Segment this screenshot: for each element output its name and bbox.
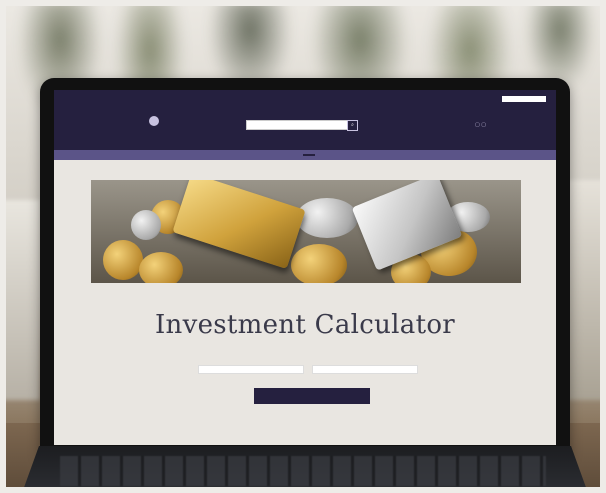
gold-coin: [103, 240, 143, 280]
laptop-screen: ⌕ ▢ ▢ Investment Calculator: [54, 90, 556, 445]
search-input[interactable]: [246, 120, 348, 130]
logo-mark-icon: [149, 116, 159, 126]
site-logo[interactable]: [124, 116, 184, 128]
topbar-account-field[interactable]: [502, 96, 546, 102]
shelf-left: [0, 200, 40, 400]
breadcrumb[interactable]: [54, 160, 556, 170]
keyboard-keys: [60, 456, 546, 486]
silver-coin: [296, 198, 358, 238]
search-icon[interactable]: ⌕: [347, 120, 358, 131]
gold-coin: [291, 244, 347, 283]
laptop: ⌕ ▢ ▢ Investment Calculator: [40, 78, 570, 456]
view-investments-button[interactable]: [254, 388, 370, 404]
site-header: ⌕ ▢ ▢: [54, 108, 556, 150]
field1-input[interactable]: [198, 365, 304, 374]
field2-input[interactable]: [312, 365, 418, 374]
silver-coin: [131, 210, 161, 240]
gold-bar: [172, 180, 306, 270]
site-topbar: [54, 90, 556, 108]
shelf-right: [566, 180, 606, 400]
gold-coin: [139, 252, 183, 283]
promo-button[interactable]: [303, 154, 315, 156]
promo-bar: [54, 150, 556, 160]
page-title: Investment Calculator: [154, 310, 456, 340]
cart-icon[interactable]: ▢ ▢: [475, 122, 486, 128]
hero-banner-image: [91, 180, 521, 283]
